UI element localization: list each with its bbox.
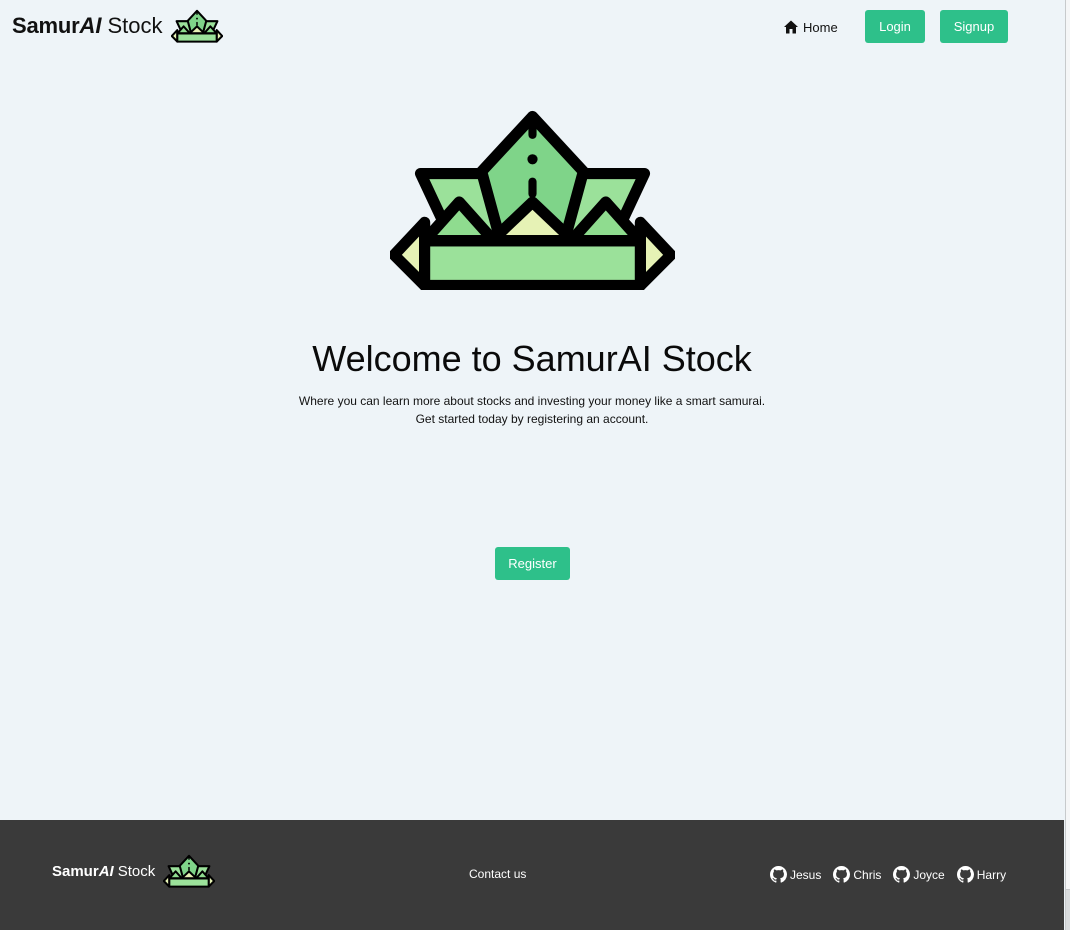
team-member-jesus[interactable]: Jesus — [770, 866, 821, 883]
hero-subtitle-line2: Get started today by registering an acco… — [415, 412, 649, 426]
team-member-chris[interactable]: Chris — [833, 866, 881, 883]
login-button[interactable]: Login — [865, 10, 925, 43]
window-scrollbar[interactable] — [1065, 0, 1070, 930]
hero-subtitle: Where you can learn more about stocks an… — [0, 392, 1064, 428]
brand-ai: AI — [79, 13, 102, 38]
header-bar: Samur AI Stock Home Login Signup — [0, 0, 1064, 54]
signup-button[interactable]: Signup — [940, 10, 1008, 43]
page-title: Welcome to SamurAI Stock — [312, 338, 752, 379]
footer-brand-ai: AI — [98, 862, 114, 880]
samurai-helmet-logo-icon — [171, 8, 223, 44]
brand-samur: Samur — [12, 13, 80, 38]
contact-us-link[interactable]: Contact us — [469, 867, 526, 881]
footer-helmet-logo-icon — [163, 853, 215, 889]
brand-stock: Stock — [107, 13, 163, 38]
team-links: Jesus Chris Joyce Harry — [770, 866, 1006, 883]
github-icon — [833, 866, 850, 883]
hero-subtitle-line1: Where you can learn more about stocks an… — [298, 394, 766, 408]
footer-brand-samur: Samur — [52, 862, 99, 880]
github-icon — [957, 866, 974, 883]
register-button[interactable]: Register — [495, 547, 570, 580]
footer: Samur AI Stock Contact us Jesus Chris Jo… — [0, 820, 1064, 930]
team-member-name: Jesus — [790, 867, 822, 882]
github-icon — [770, 866, 787, 883]
github-icon — [893, 866, 910, 883]
footer-brand-stock: Stock — [117, 862, 156, 880]
team-member-harry[interactable]: Harry — [957, 866, 1006, 883]
nav-home-label: Home — [803, 19, 838, 35]
scrollbar-thumb[interactable] — [1066, 0, 1070, 890]
footer-brand[interactable]: Samur AI Stock — [52, 853, 215, 889]
nav-home-link[interactable]: Home — [783, 16, 838, 38]
team-member-name: Joyce — [913, 867, 945, 882]
team-member-name: Harry — [976, 867, 1007, 882]
team-member-name: Chris — [853, 867, 882, 882]
team-member-joyce[interactable]: Joyce — [893, 866, 945, 883]
brand-link[interactable]: Samur AI Stock — [12, 4, 223, 48]
home-icon — [784, 20, 798, 34]
hero-helmet-logo-icon — [390, 110, 675, 290]
